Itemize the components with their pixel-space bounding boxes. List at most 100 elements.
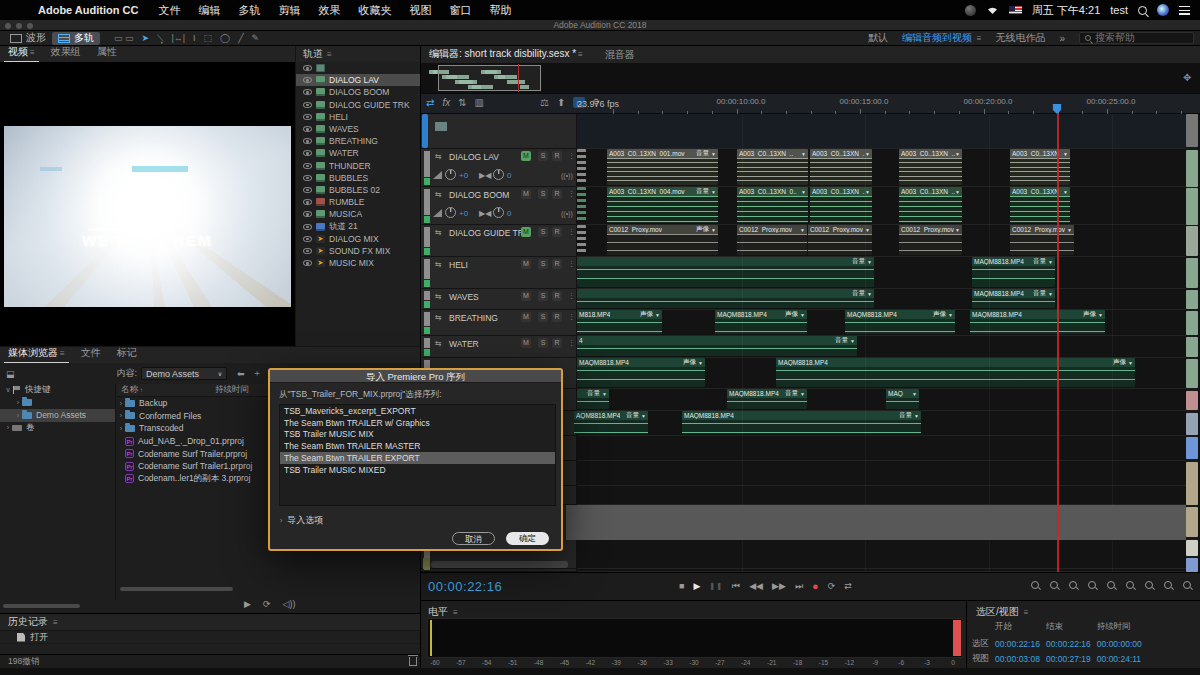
track-header[interactable] xyxy=(421,114,576,149)
level-meter[interactable] xyxy=(427,618,963,658)
audio-clip[interactable]: A003_C0..13XN_..▼ xyxy=(1010,187,1070,223)
audio-clip[interactable]: A003_C0..13XN_004.mov音量▼ xyxy=(607,187,718,223)
audio-clip[interactable]: MAQ_▼ xyxy=(886,389,919,409)
siri-icon[interactable] xyxy=(1157,4,1169,16)
visibility-eye-icon[interactable] xyxy=(303,236,312,242)
history-item-open[interactable]: 打开 xyxy=(0,631,425,644)
arm-button[interactable]: R xyxy=(552,189,562,199)
audio-clip[interactable]: A003_C0..13XN_..▼ xyxy=(810,187,872,223)
skew-icon[interactable]: ⚖ xyxy=(540,97,549,108)
content-dropdown[interactable]: Demo Assets∨ xyxy=(141,367,227,380)
menu-5[interactable]: 收藏夹 xyxy=(358,4,391,16)
menu-clock[interactable]: 周五 下午4:21 xyxy=(1032,3,1100,18)
menu-app-name[interactable]: Adobe Audition CC xyxy=(38,4,138,16)
workspace-edit-audio-video[interactable]: 编辑音频到视频 ≡ xyxy=(902,31,981,45)
track-header[interactable]: ⇆WATERMSR⋮ xyxy=(421,336,576,358)
visibility-eye-icon[interactable] xyxy=(303,260,312,266)
volume-knob[interactable] xyxy=(445,207,456,218)
audio-clip[interactable]: MAQM8818.MP4音量▼ xyxy=(972,289,1055,308)
track-lane[interactable] xyxy=(577,486,1186,505)
arm-button[interactable]: R xyxy=(552,227,562,237)
track-lane[interactable]: A003_C0..13XN_004.mov音量▼A003_C0..13XN_0.… xyxy=(577,187,1186,225)
track-lane[interactable]: 音量▼ MAQM8818.MP4音量▼ xyxy=(577,289,1186,310)
razor-tool[interactable]: ⟍̟ xyxy=(157,33,163,44)
notification-center-icon[interactable] xyxy=(1179,6,1190,15)
solo-button[interactable]: S xyxy=(538,291,548,301)
clip-fragment[interactable] xyxy=(577,149,586,185)
minimize-window-button[interactable] xyxy=(16,23,22,29)
transport-rewind-button[interactable]: ◀◀ xyxy=(749,581,763,591)
tab-properties[interactable]: 属性 xyxy=(89,45,125,62)
track-lane[interactable] xyxy=(577,540,1186,569)
audio-clip[interactable]: MAQM8818.MP4声像▼ xyxy=(970,310,1105,334)
wifi-icon[interactable] xyxy=(986,5,999,15)
track-menu-icon[interactable]: ⋮ xyxy=(568,339,575,347)
volume-knob[interactable] xyxy=(445,169,456,180)
tab-markers[interactable]: 标记 xyxy=(109,346,145,363)
monitor-icon[interactable]: ((•)) xyxy=(561,210,573,217)
audio-clip[interactable]: MAQM8818.MP4声像▼ xyxy=(577,358,705,387)
visibility-eye-icon[interactable] xyxy=(303,150,312,156)
zoom-selection-button[interactable] xyxy=(1106,580,1116,590)
route-icon[interactable]: ⇅ xyxy=(458,97,466,108)
audio-clip[interactable]: C0012_Proxy.mov▼ xyxy=(1010,225,1074,255)
preview-play-button[interactable]: ▶ xyxy=(244,599,251,609)
audio-clip[interactable]: AQM8818.MP4音量▼ xyxy=(574,411,648,434)
slip-tool[interactable]: |↔| xyxy=(171,33,185,43)
add-shortcut-icon[interactable]: ⬓ xyxy=(6,369,15,379)
visibility-eye-icon[interactable] xyxy=(303,175,312,181)
visibility-eye-icon[interactable] xyxy=(303,89,312,95)
tab-mixer[interactable]: 混音器 xyxy=(605,48,635,62)
arm-button[interactable]: R xyxy=(552,151,562,161)
clip-fragment[interactable] xyxy=(577,225,586,255)
track-colorbar[interactable] xyxy=(1186,114,1198,572)
transport-record-button[interactable]: ● xyxy=(812,580,819,592)
mute-button[interactable]: M xyxy=(521,189,531,199)
solo-button[interactable]: S xyxy=(538,189,548,199)
track-lane[interactable]: 音量▼MAQM8818.MP4音量▼MAQ_▼ xyxy=(577,389,1186,411)
track-list-row[interactable]: DIALOG BOOM xyxy=(296,86,425,98)
preview-volume-button[interactable]: ◁)) xyxy=(282,599,295,609)
tree-row[interactable]: ∨快捷键 xyxy=(0,384,115,397)
track-lane[interactable]: 4音量▼ xyxy=(577,336,1186,358)
metronome-icon[interactable]: ▥ xyxy=(475,97,484,108)
audio-clip[interactable]: 音量▼ xyxy=(577,257,874,287)
audio-clip[interactable]: A003_C0..13XN_..▼ xyxy=(899,149,962,185)
menu-7[interactable]: 窗口 xyxy=(449,4,471,16)
language-flag-icon[interactable] xyxy=(1009,6,1022,14)
search-help-input[interactable]: 搜索帮助 xyxy=(1079,32,1194,44)
monitor-icon[interactable]: ((•)) xyxy=(561,172,573,179)
menu-4[interactable]: 效果 xyxy=(318,4,340,16)
import-options-toggle[interactable]: › 导入选项 xyxy=(280,514,323,527)
audio-clip[interactable]: C0012_Proxy.mov声像▼ xyxy=(607,225,718,255)
move-tool[interactable]: ➤ xyxy=(142,33,150,43)
visibility-eye-icon[interactable] xyxy=(303,114,312,120)
track-list-row[interactable]: WATER xyxy=(296,147,425,159)
track-list-row[interactable]: THUNDER xyxy=(296,160,425,172)
menu-1[interactable]: 编辑 xyxy=(198,4,220,16)
transport-skip-back-button[interactable]: ⏮ xyxy=(732,581,740,592)
visibility-eye-icon[interactable] xyxy=(303,224,312,230)
audio-clip[interactable]: 音量▼ xyxy=(577,289,874,308)
ok-button[interactable]: 确定 xyxy=(506,532,549,545)
audio-clip[interactable]: C0012_Proxy.mov▼ xyxy=(737,225,807,255)
track-menu-icon[interactable]: ⋮ xyxy=(568,228,575,236)
track-list-row[interactable] xyxy=(296,62,425,74)
audio-clip[interactable]: C0012_Proxy.mov▼ xyxy=(808,225,872,255)
track-menu-icon[interactable]: ⋮ xyxy=(568,260,575,268)
tab-files[interactable]: 文件 xyxy=(73,346,109,363)
track-list-row[interactable]: MUSICA xyxy=(296,208,425,220)
mute-button[interactable]: M xyxy=(521,259,531,269)
zoom-window-button[interactable] xyxy=(27,23,33,29)
pan-knob[interactable] xyxy=(493,207,504,218)
track-list-row[interactable]: BREATHING xyxy=(296,135,425,147)
visibility-eye-icon[interactable] xyxy=(303,199,312,205)
transport-skip-button[interactable]: ⇄ xyxy=(844,581,852,591)
track-list-row[interactable]: 轨道 21 xyxy=(296,220,425,232)
timecode-display[interactable]: 00:00:22:16 xyxy=(428,579,502,594)
audio-clip[interactable]: M818.MP4声像▼ xyxy=(577,310,662,334)
zoom-in-horizontal-button[interactable] xyxy=(1068,580,1078,590)
arm-button[interactable]: R xyxy=(552,259,562,269)
track-list-row[interactable]: HELI xyxy=(296,111,425,123)
sequence-item[interactable]: TSB_Mavericks_excerpt_EXPORT xyxy=(280,405,555,417)
